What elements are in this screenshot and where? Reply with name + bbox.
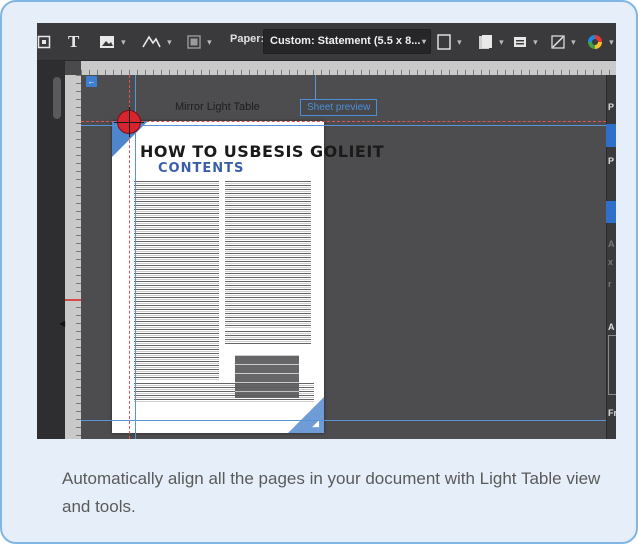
document-page[interactable]: ◢ HOW TO USBESIS GOLIEIT CONTENTS (112, 121, 384, 433)
page-subheading: CONTENTS (158, 161, 245, 176)
toolbar: T Paper: Custom: Statement (5.5 x 8... ▾ (37, 23, 616, 61)
slash-icon[interactable] (551, 30, 576, 54)
left-scroll-strip (37, 61, 65, 439)
crosshair-target-icon[interactable] (114, 107, 144, 137)
panel-label: A (608, 239, 615, 249)
light-table-canvas[interactable]: ← Mirror Light Table Sheet preview ◢ HOW… (81, 75, 606, 439)
page-outline-icon[interactable] (437, 30, 462, 54)
panel-box[interactable] (608, 335, 616, 395)
ruler-position-marker (65, 299, 81, 301)
panel-button[interactable] (606, 124, 616, 147)
text-column (134, 181, 219, 381)
sheet-preview-label[interactable]: Sheet preview (300, 99, 378, 116)
panel-arrow-icon[interactable]: ◀ (59, 319, 65, 328)
panel-label: P (608, 102, 615, 112)
chevron-down-icon: ▾ (421, 37, 426, 46)
feature-caption: Automatically align all the pages in you… (62, 469, 601, 516)
document-icon[interactable] (477, 30, 504, 54)
panel-label: Fr (608, 408, 616, 418)
app-screenshot: T Paper: Custom: Statement (5.5 x 8... ▾ (37, 23, 616, 439)
vertical-scrollbar[interactable] (53, 77, 61, 119)
feature-card: T Paper: Custom: Statement (5.5 x 8... ▾ (0, 0, 638, 544)
text-column (225, 181, 311, 329)
layers-icon[interactable] (513, 30, 538, 54)
note-box (227, 349, 307, 404)
panel-button[interactable] (606, 201, 616, 223)
horizontal-ruler[interactable] (81, 61, 616, 75)
panel-label: P (608, 156, 615, 166)
page-heading: HOW TO USBESIS GOLIEIT (140, 142, 385, 161)
back-arrow-icon[interactable]: ← (86, 76, 97, 87)
color-wheel-icon[interactable] (587, 30, 614, 54)
mirror-light-table-label: Mirror Light Table (175, 101, 260, 113)
panel-label: A (608, 322, 615, 332)
panel-label: x (608, 257, 614, 267)
frame-icon[interactable] (37, 30, 53, 54)
paper-size-select[interactable]: Custom: Statement (5.5 x 8... ▾ (263, 29, 431, 54)
panel-label: r (608, 279, 612, 289)
layout-icon[interactable] (187, 30, 212, 54)
guide-horizontal[interactable] (81, 125, 606, 126)
text-icon[interactable]: T (68, 30, 79, 54)
image-icon[interactable] (99, 30, 126, 54)
guide-horizontal-mirror[interactable] (81, 121, 606, 122)
guide-horizontal[interactable] (81, 420, 606, 421)
paper-label: Paper: (230, 33, 265, 45)
text-column (225, 331, 311, 345)
vertical-ruler[interactable] (65, 75, 81, 439)
paper-size-value: Custom: Statement (5.5 x 8... (270, 35, 421, 47)
sign-icon[interactable] (141, 30, 172, 54)
